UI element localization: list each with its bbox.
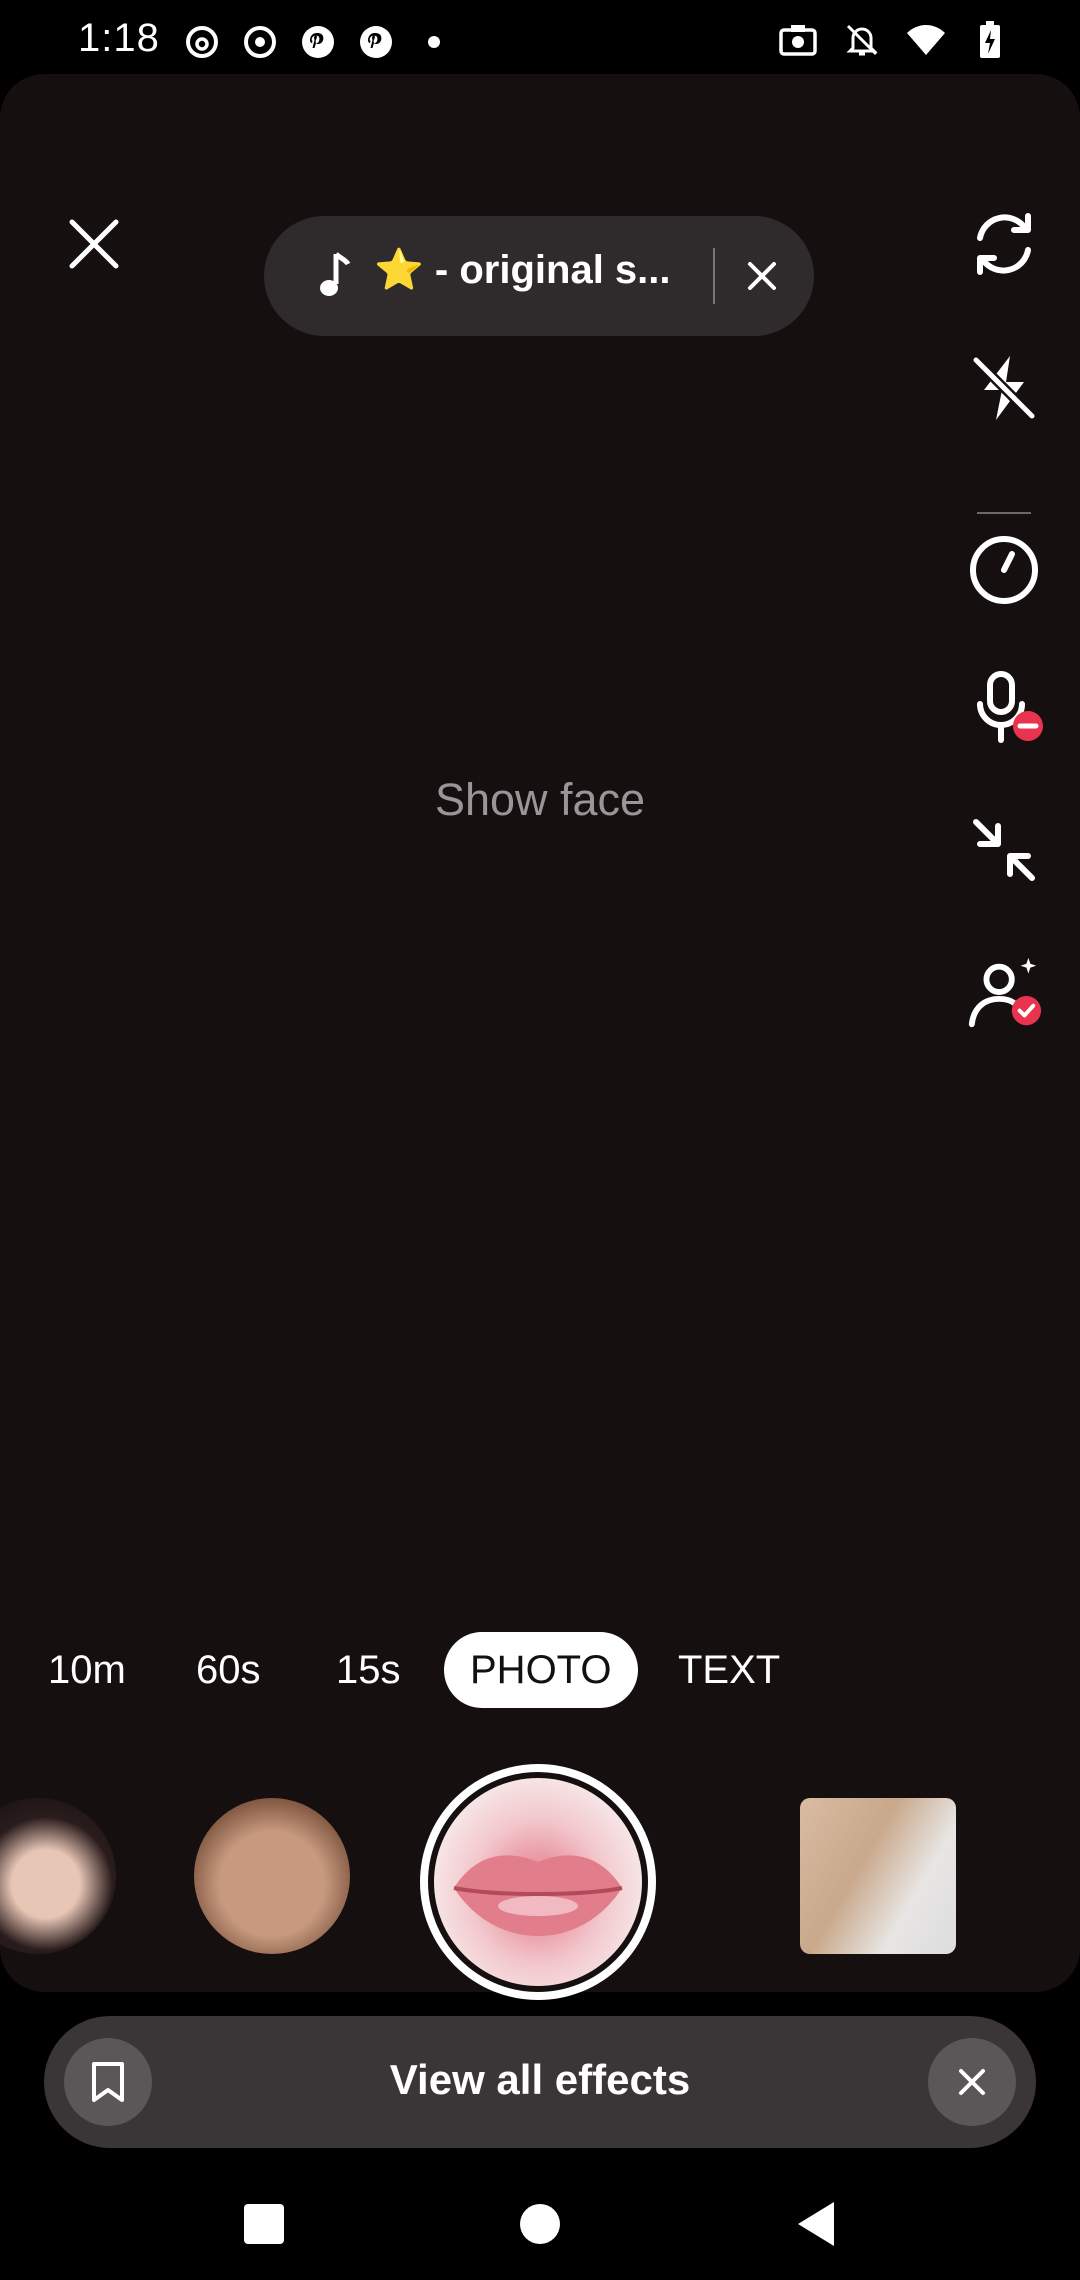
pinterest-icon [356,22,396,62]
flash-button[interactable] [964,348,1044,428]
flip-camera-button[interactable] [964,204,1044,284]
system-nav-bar [0,2160,1080,2280]
wifi-icon [906,20,946,60]
mic-off-icon [977,671,1043,743]
mode-15s[interactable]: 15s [336,1632,401,1708]
effects-carousel [0,1764,1080,2004]
tools-divider [977,512,1031,514]
square-icon [244,2204,284,2244]
view-all-effects-label: View all effects [389,2056,691,2103]
close-camera-button[interactable] [62,212,126,276]
mode-photo[interactable]: PHOTO [444,1632,638,1708]
capture-mode-selector: 10m 60s 15s PHOTO TEXT [0,1632,1080,1712]
gallery-button[interactable] [800,1798,956,1954]
lips-icon [453,1855,623,1936]
status-time: 1:18 [78,16,160,60]
circle-icon [520,2204,560,2244]
flash-off-icon [972,356,1036,420]
camera-icon [778,20,818,60]
music-selector[interactable]: ⭐️ - original s... [264,216,814,336]
status-bar: 1:18 [0,0,1080,80]
mode-60s[interactable]: 60s [196,1632,261,1708]
remove-music-button[interactable] [742,256,782,296]
back-triangle-icon [798,2202,834,2246]
mic-button[interactable] [964,668,1044,748]
status-left-icons [182,22,454,62]
music-note-icon [316,250,356,302]
pinterest-icon [298,22,338,62]
effect-thumbnail[interactable] [0,1798,116,1954]
recents-button[interactable] [234,2194,294,2254]
effect-thumbnail[interactable] [194,1798,350,1954]
flip-camera-icon [977,213,1031,275]
show-face-hint: Show face [434,774,646,825]
selected-effect-lips[interactable] [434,1778,642,1986]
close-effects-button[interactable] [928,2038,1016,2126]
battery-charging-icon [970,20,1010,60]
home-button[interactable] [510,2194,570,2254]
close-icon [69,219,119,269]
pill-divider [713,248,715,304]
close-icon [959,2069,985,2095]
bell-off-icon [842,20,882,60]
timer-icon [970,536,1038,604]
mode-10m[interactable]: 10m [48,1632,126,1708]
view-all-effects-bar[interactable]: View all effects [44,2016,1036,2148]
mode-text[interactable]: TEXT [678,1632,780,1708]
threads-icon [182,22,222,62]
timer-button[interactable] [964,530,1044,610]
close-icon [748,262,776,290]
status-right-icons [778,20,1010,60]
face-retouch-button[interactable] [964,954,1044,1034]
face-retouch-icon [968,957,1042,1028]
back-button[interactable] [786,2194,846,2254]
music-title: ⭐️ - original s... [374,248,671,292]
dot-icon [414,22,454,62]
camera-viewport[interactable]: ⭐️ - original s... Show face 10m 60s 15s… [0,74,1080,2000]
target-icon [240,22,280,62]
